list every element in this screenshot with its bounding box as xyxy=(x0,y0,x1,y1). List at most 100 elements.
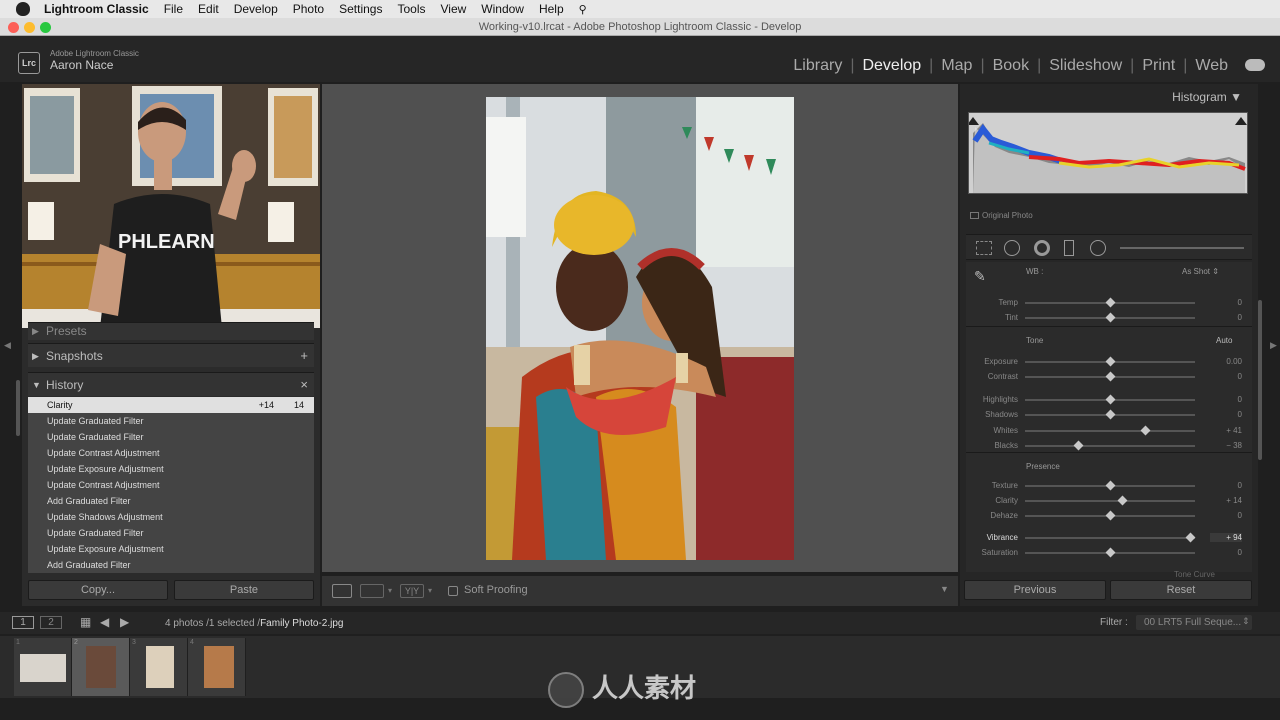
history-item[interactable]: Update Graduated Filter xyxy=(28,429,314,445)
slider-value[interactable]: + 94 xyxy=(1210,533,1242,542)
original-photo-checkbox[interactable] xyxy=(970,212,979,220)
histogram[interactable] xyxy=(968,112,1248,194)
history-item[interactable]: Update Contrast Adjustment xyxy=(28,445,314,461)
slider-track[interactable] xyxy=(1025,537,1195,539)
filmstrip-thumb[interactable]: 1 xyxy=(14,638,72,696)
radial-filter-icon[interactable] xyxy=(1090,240,1106,256)
history-item[interactable]: Update Contrast Adjustment xyxy=(28,477,314,493)
history-item[interactable]: Update Exposure Adjustment xyxy=(28,461,314,477)
main-photo[interactable] xyxy=(486,97,794,560)
histogram-disclosure-icon[interactable]: ▼ xyxy=(1230,90,1242,104)
history-item[interactable]: Clarity +14 14 xyxy=(28,397,314,413)
history-header[interactable]: ▼ History × xyxy=(28,372,314,396)
presence-divider xyxy=(966,452,1252,453)
filmstrip-source-info[interactable]: 4 photos /1 selected /Family Photo-2.jpg xyxy=(165,618,343,629)
paste-button[interactable]: Paste xyxy=(174,580,314,600)
snapshots-header[interactable]: ▶ Snapshots + xyxy=(28,343,314,367)
zoom-window-icon[interactable] xyxy=(40,22,51,33)
left-panel-toggle-icon[interactable]: ◀ xyxy=(4,340,11,351)
apple-icon[interactable] xyxy=(16,2,30,16)
history-item[interactable]: Update Graduated Filter xyxy=(28,413,314,429)
slider-value[interactable]: 0 xyxy=(1210,481,1242,490)
menu-tools[interactable]: Tools xyxy=(397,2,425,16)
menu-app[interactable]: Lightroom Classic xyxy=(44,2,149,16)
module-web[interactable]: Web xyxy=(1195,57,1228,75)
slider-value[interactable]: 0 xyxy=(1210,511,1242,520)
grid-view-icon[interactable]: ▦ xyxy=(80,615,91,629)
mode-dropdown-icon[interactable]: ▾ xyxy=(428,586,432,595)
wb-select[interactable]: As Shot ⇕ xyxy=(1182,267,1219,276)
reset-button[interactable]: Reset xyxy=(1110,580,1252,600)
menu-extra-icon[interactable]: ⚲ xyxy=(579,3,587,16)
filter-select[interactable]: 00 LRT5 Full Seque... xyxy=(1136,615,1252,630)
menu-help[interactable]: Help xyxy=(539,2,564,16)
slider-value[interactable]: 0 xyxy=(1210,372,1242,381)
webcam-shirt-text: PHLEARN xyxy=(118,231,215,253)
histogram-header[interactable]: Histogram ▼ xyxy=(960,84,1256,110)
graduated-filter-icon[interactable] xyxy=(1064,240,1074,256)
module-book[interactable]: Book xyxy=(993,57,1029,75)
menu-edit[interactable]: Edit xyxy=(198,2,219,16)
screen-1-button[interactable]: 1 xyxy=(12,616,34,629)
close-window-icon[interactable] xyxy=(8,22,19,33)
minimize-window-icon[interactable] xyxy=(24,22,35,33)
history-item[interactable]: Add Graduated Filter xyxy=(28,493,314,509)
slider-value[interactable]: 0.00 xyxy=(1210,357,1242,366)
presets-header[interactable]: ▶ Presets xyxy=(28,322,314,340)
filmstrip-thumb[interactable]: 3 xyxy=(130,638,188,696)
slider-value[interactable]: + 41 xyxy=(1210,426,1242,435)
history-item[interactable]: Update Exposure Adjustment xyxy=(28,541,314,557)
copy-button[interactable]: Copy... xyxy=(28,580,168,600)
slider-value[interactable]: − 38 xyxy=(1210,441,1242,450)
adjustment-brush-slider[interactable] xyxy=(1120,247,1244,249)
slider-track[interactable] xyxy=(1025,430,1195,432)
filmstrip-thumb[interactable]: 4 xyxy=(188,638,246,696)
back-arrow-icon[interactable]: ◀ xyxy=(100,615,109,629)
menu-file[interactable]: File xyxy=(164,2,183,16)
right-panel-toggle-icon[interactable]: ▶ xyxy=(1270,340,1277,351)
menu-view[interactable]: View xyxy=(440,2,466,16)
slider-value[interactable]: + 14 xyxy=(1210,496,1242,505)
spot-removal-icon[interactable] xyxy=(1004,240,1020,256)
add-snapshot-icon[interactable]: + xyxy=(300,344,308,368)
right-panel-scrollbar[interactable] xyxy=(1258,300,1262,460)
slider-track[interactable] xyxy=(1025,500,1195,502)
module-map[interactable]: Map xyxy=(941,57,972,75)
toolbar-menu-icon[interactable]: ▼ xyxy=(940,584,949,594)
module-library[interactable]: Library xyxy=(793,57,842,75)
menu-photo[interactable]: Photo xyxy=(293,2,324,16)
wb-eyedropper-icon[interactable]: ✎ xyxy=(974,268,986,285)
view-dropdown-icon[interactable]: ▾ xyxy=(388,586,392,595)
slider-value[interactable]: 0 xyxy=(1210,548,1242,557)
module-slideshow[interactable]: Slideshow xyxy=(1049,57,1122,75)
before-after-view-icon[interactable] xyxy=(360,584,384,598)
module-print[interactable]: Print xyxy=(1142,57,1175,75)
loupe-view-icon[interactable] xyxy=(332,584,352,598)
menu-develop[interactable]: Develop xyxy=(234,2,278,16)
slider-value[interactable]: 0 xyxy=(1210,395,1242,404)
auto-tone-button[interactable]: Auto xyxy=(1216,336,1232,345)
before-after-mode-icon[interactable]: Y|Y xyxy=(400,584,424,598)
history-item[interactable]: Update Shadows Adjustment xyxy=(28,509,314,525)
slider-value[interactable]: 0 xyxy=(1210,410,1242,419)
previous-button[interactable]: Previous xyxy=(964,580,1106,600)
red-eye-icon[interactable] xyxy=(1034,240,1050,256)
history-item[interactable]: Add Graduated Filter xyxy=(28,557,314,573)
clear-history-icon[interactable]: × xyxy=(300,373,308,397)
slider-track[interactable] xyxy=(1025,445,1195,447)
filmstrip-thumb-selected[interactable]: 2 xyxy=(72,638,130,696)
slider-value[interactable]: 0 xyxy=(1210,298,1242,307)
module-develop[interactable]: Develop xyxy=(862,57,921,75)
cloud-icon[interactable] xyxy=(1245,59,1265,71)
screen-2-button[interactable]: 2 xyxy=(40,616,62,629)
history-item[interactable]: Update Graduated Filter xyxy=(28,525,314,541)
left-panel-scrollbar[interactable] xyxy=(16,380,20,436)
original-photo-toggle[interactable]: Original Photo xyxy=(970,211,1033,220)
menu-settings[interactable]: Settings xyxy=(339,2,382,16)
soft-proofing-checkbox[interactable] xyxy=(448,586,458,596)
menu-window[interactable]: Window xyxy=(481,2,524,16)
slider-value[interactable]: 0 xyxy=(1210,313,1242,322)
crop-tool-icon[interactable] xyxy=(976,241,992,255)
filter-select-icon[interactable]: ⇕ xyxy=(1242,616,1250,627)
forward-arrow-icon[interactable]: ▶ xyxy=(120,615,129,629)
